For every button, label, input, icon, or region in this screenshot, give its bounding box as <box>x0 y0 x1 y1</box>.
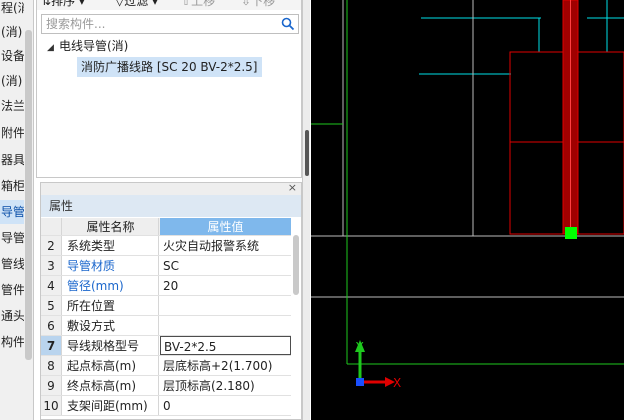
category-item[interactable]: 构件 <box>0 330 24 354</box>
move-down-icon: ⇩ <box>241 0 252 8</box>
move-up-label: 上移 <box>191 0 216 8</box>
cyan-lines <box>419 0 624 75</box>
move-down-label: 下移 <box>251 0 276 8</box>
row-index: 5 <box>41 296 62 315</box>
collapse-arrow-icon[interactable]: ◢ <box>47 38 59 58</box>
drawing-svg[interactable]: Y X <box>311 0 624 420</box>
property-row[interactable]: 3 导管材质 SC <box>41 256 291 276</box>
property-row[interactable]: 8 起点标高(m) 层底标高+2(1.700) <box>41 356 291 376</box>
properties-scrollbar[interactable] <box>293 235 299 295</box>
property-row[interactable]: 4 管径(mm) 20 <box>41 276 291 296</box>
panel-splitter[interactable] <box>302 0 310 420</box>
component-category-strip: 程(消) (消) 设备 (消) 法兰 附件 器具 箱柜 导管 导管 管线 管件 … <box>0 0 34 420</box>
sort-button[interactable]: ⇅排序 ▾ <box>41 0 85 8</box>
index-header <box>41 218 62 235</box>
property-value-editor[interactable]: BV-2*2.5 <box>160 336 291 355</box>
property-value[interactable] <box>160 316 291 335</box>
move-down-button[interactable]: ⇩下移 <box>241 0 275 8</box>
sort-label: 排序 ▾ <box>51 0 85 8</box>
filter-button[interactable]: ▽过滤 ▾ <box>115 0 158 8</box>
property-value[interactable]: 0 <box>160 396 291 415</box>
property-value[interactable] <box>160 296 291 315</box>
property-name: 支架间距(mm) <box>63 396 159 415</box>
conduit-end-grip[interactable] <box>565 227 577 239</box>
properties-table-header: 属性名称 属性值 <box>41 218 291 236</box>
property-row[interactable]: 9 终点标高(m) 层顶标高(2.180) <box>41 376 291 396</box>
property-name: 起点标高(m) <box>63 356 159 375</box>
row-index: 6 <box>41 316 62 335</box>
x-axis-label: X <box>393 376 401 390</box>
row-index: 4 <box>41 276 62 295</box>
category-item[interactable]: (消) <box>0 20 24 44</box>
category-item[interactable]: 箱柜 <box>0 174 24 198</box>
category-item[interactable]: 程(消) <box>0 0 24 20</box>
row-index: 9 <box>41 376 62 395</box>
y-axis-label: Y <box>355 340 364 354</box>
ucs-axis-icon: Y X <box>355 340 401 390</box>
property-name: 导管材质 <box>63 256 159 275</box>
property-name: 系统类型 <box>63 236 159 255</box>
category-scrollbar[interactable] <box>25 30 32 360</box>
property-value[interactable]: 层顶标高(2.180) <box>160 376 291 395</box>
category-item[interactable]: 导管 <box>0 226 24 250</box>
property-value[interactable]: 20 <box>160 276 291 295</box>
tree-node-root[interactable]: ◢ 电线导管(消) <box>47 36 128 56</box>
property-name: 导线规格型号 <box>63 336 159 355</box>
property-name: 所在位置 <box>63 296 159 315</box>
ucs-origin <box>356 378 364 386</box>
property-name: 敷设方式 <box>63 316 159 335</box>
row-index: 2 <box>41 236 62 255</box>
category-item[interactable]: 管线 <box>0 252 24 276</box>
category-item[interactable]: 附件 <box>0 121 24 145</box>
row-index: 3 <box>41 256 62 275</box>
tree-node-root-label: 电线导管(消) <box>59 39 129 53</box>
properties-table: 属性名称 属性值 2 系统类型 火灾自动报警系统 3 导管材质 SC 4 管径(… <box>41 218 291 416</box>
move-up-button[interactable]: ⇧上移 <box>181 0 215 8</box>
tree-toolbar: ⇅排序 ▾ ▽过滤 ▾ ⇧上移 ⇩下移 <box>37 0 301 10</box>
splitter-grip[interactable] <box>305 130 309 176</box>
category-item-active[interactable]: 导管 <box>0 200 24 224</box>
category-item[interactable]: (消) <box>0 69 24 93</box>
row-index: 8 <box>41 356 62 375</box>
close-icon[interactable]: × <box>288 181 297 194</box>
search-input[interactable] <box>42 15 272 33</box>
property-value[interactable]: SC <box>160 256 291 275</box>
tree-node-selected[interactable]: 消防广播线路 [SC 20 BV-2*2.5] <box>77 57 262 77</box>
filter-label: 过滤 ▾ <box>124 0 159 8</box>
category-item[interactable]: 器具 <box>0 148 24 172</box>
move-up-icon: ⇧ <box>181 0 192 8</box>
component-tree-panel: ⇅排序 ▾ ▽过滤 ▾ ⇧上移 ⇩下移 ◢电线导管(消) 消防广播线路 [SC … <box>36 0 302 178</box>
property-value[interactable]: 火灾自动报警系统 <box>160 236 291 255</box>
row-index: 10 <box>41 396 62 415</box>
property-name-header: 属性名称 <box>63 218 159 235</box>
properties-panel: × 属性 属性名称 属性值 2 系统类型 火灾自动报警系统 3 导管材质 SC … <box>40 181 302 420</box>
sort-icon: ⇅ <box>41 0 52 8</box>
category-item[interactable]: 设备 <box>0 44 24 68</box>
category-item[interactable]: 法兰 <box>0 94 24 118</box>
property-value[interactable]: 层底标高+2(1.700) <box>160 356 291 375</box>
category-item[interactable]: 管件 <box>0 278 24 302</box>
property-value-header: 属性值 <box>160 218 291 235</box>
properties-title: 属性 <box>41 195 301 217</box>
property-name: 终点标高(m) <box>63 376 159 395</box>
property-row[interactable]: 2 系统类型 火灾自动报警系统 <box>41 236 291 256</box>
search-icon[interactable] <box>281 17 295 31</box>
row-index: 7 <box>41 336 62 355</box>
drawing-canvas[interactable]: Y X <box>311 0 624 420</box>
search-box <box>41 14 299 34</box>
property-row-selected[interactable]: 7 导线规格型号 BV-2*2.5 <box>41 336 291 356</box>
property-row[interactable]: 5 所在位置 <box>41 296 291 316</box>
property-name: 管径(mm) <box>63 276 159 295</box>
properties-header-bar: × <box>41 181 301 195</box>
filter-icon: ▽ <box>115 0 125 8</box>
property-row[interactable]: 6 敷设方式 <box>41 316 291 336</box>
property-row[interactable]: 10 支架间距(mm) 0 <box>41 396 291 416</box>
category-item[interactable]: 通头 <box>0 304 24 328</box>
